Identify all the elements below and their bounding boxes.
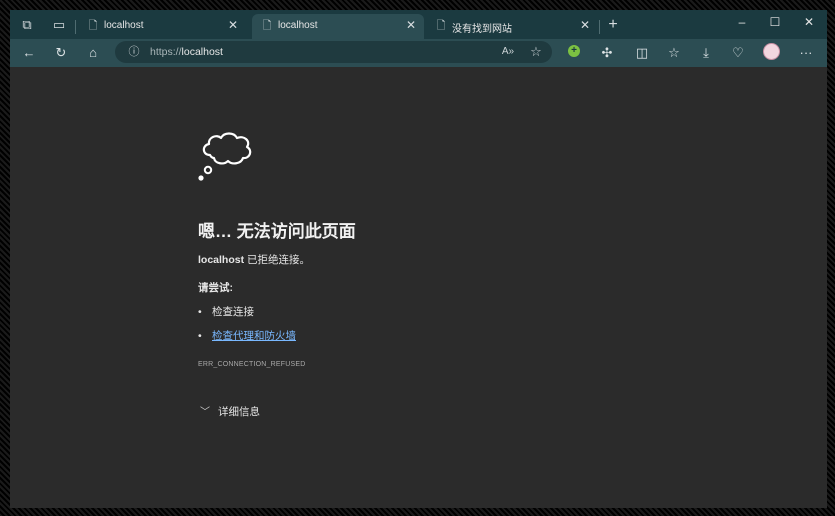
error-page: 嗯… 无法访问此页面 localhost 已拒绝连接。 请尝试: • 检查连接 •…: [10, 67, 827, 508]
tab-localhost-2[interactable]: 🗋 localhost ✕: [252, 14, 424, 39]
browser-essentials-icon[interactable]: ♡: [728, 44, 748, 62]
tab-localhost-1[interactable]: 🗋 localhost ✕: [78, 14, 246, 39]
url-host: localhost: [181, 46, 223, 58]
error-title: 嗯… 无法访问此页面: [198, 222, 356, 241]
browser-window: ⧉ ▭ 🗋 localhost ✕ 🗋 localhost ✕ 🗋 没有找到网站…: [10, 10, 827, 508]
split-screen-icon[interactable]: ◫: [632, 44, 652, 62]
tab-actions-icon[interactable]: ▭: [50, 16, 68, 34]
error-host: localhost: [198, 254, 245, 266]
address-bar[interactable]: ⓘ https://localhost A» ☆: [115, 41, 552, 63]
chevron-down-icon: ﹀: [200, 407, 210, 418]
read-aloud-icon[interactable]: A»: [500, 44, 516, 60]
bullet-icon: •: [198, 330, 202, 342]
close-tab-icon[interactable]: ✕: [578, 18, 592, 32]
suggestion-item: • 检查代理和防火墙: [198, 328, 296, 343]
tab-divider: [599, 20, 600, 34]
details-label: 详细信息: [218, 406, 260, 418]
page-icon: 🗋: [436, 20, 446, 32]
close-tab-icon[interactable]: ✕: [404, 18, 418, 32]
home-icon[interactable]: ⌂: [83, 44, 103, 62]
maximize-button[interactable]: ☐: [763, 13, 787, 31]
new-tab-icon[interactable]: +: [604, 16, 622, 34]
tab-title: localhost: [278, 20, 318, 31]
suggestion-item: • 检查连接: [198, 304, 254, 319]
back-arrow-icon[interactable]: ←: [19, 44, 39, 62]
thought-cloud-icon: [198, 132, 252, 181]
minimize-button[interactable]: –: [730, 13, 754, 31]
refresh-icon[interactable]: ↻: [51, 44, 71, 62]
try-label: 请尝试:: [198, 282, 233, 294]
tab-bar: ⧉ ▭ 🗋 localhost ✕ 🗋 localhost ✕ 🗋 没有找到网站…: [10, 10, 827, 39]
close-window-button[interactable]: ✕: [797, 13, 821, 31]
favorite-star-icon[interactable]: ☆: [528, 44, 544, 60]
extension-plus-icon[interactable]: +: [568, 45, 580, 57]
proxy-firewall-link[interactable]: 检查代理和防火墙: [212, 330, 296, 342]
suggestion-text: 检查连接: [212, 306, 254, 318]
error-message: 已拒绝连接。: [244, 254, 311, 266]
bullet-icon: •: [198, 306, 202, 318]
workspaces-icon[interactable]: ⧉: [18, 16, 36, 34]
page-error-icon: 🗋: [88, 20, 98, 32]
page-error-icon: 🗋: [262, 20, 272, 32]
downloads-icon[interactable]: ⤓: [696, 44, 716, 62]
details-toggle[interactable]: ﹀ 详细信息: [200, 403, 260, 419]
error-detail: localhost 已拒绝连接。: [198, 252, 310, 267]
favorites-list-icon[interactable]: ☆: [664, 44, 684, 62]
more-menu-icon[interactable]: ···: [796, 44, 816, 62]
info-icon[interactable]: ⓘ: [126, 44, 142, 60]
close-tab-icon[interactable]: ✕: [226, 18, 240, 32]
navigation-toolbar: ← ↻ ⌂ ⓘ https://localhost A» ☆ + ✣ ◫ ☆ ⤓…: [10, 39, 827, 67]
profile-avatar[interactable]: [763, 43, 780, 60]
extensions-puzzle-icon[interactable]: ✣: [597, 44, 617, 62]
url-protocol: https://: [150, 46, 182, 58]
url-text[interactable]: https://localhost: [150, 46, 223, 58]
tab-title: 没有找到网站: [452, 24, 512, 35]
tab-title: localhost: [104, 20, 144, 31]
tab-site-not-found[interactable]: 🗋 没有找到网站 ✕: [426, 14, 598, 39]
error-code: ERR_CONNECTION_REFUSED: [198, 361, 306, 368]
tab-divider: [75, 20, 76, 34]
